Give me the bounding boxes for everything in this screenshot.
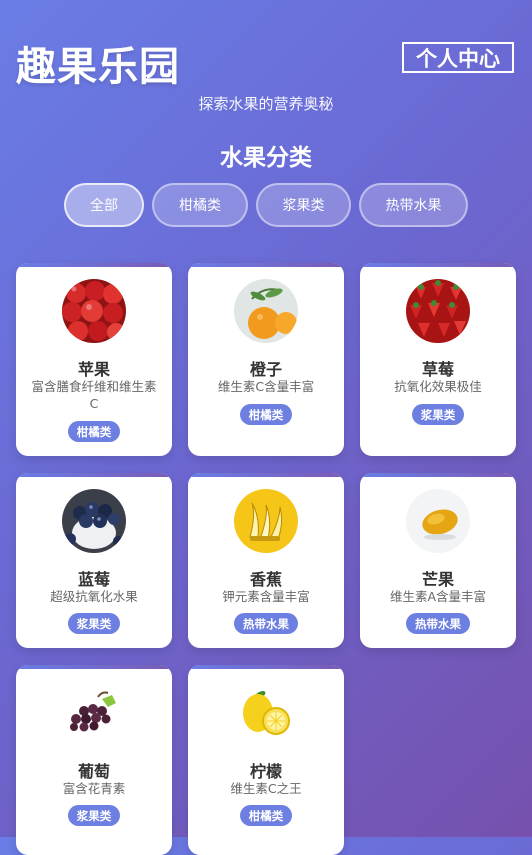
orange-image — [234, 279, 298, 343]
fruit-description: 抗氧化效果极佳 — [394, 379, 482, 394]
category-tag: 热带水果 — [406, 613, 470, 634]
fruit-card-lemon[interactable]: 柠檬 维生素C之王 柑橘类 — [188, 665, 344, 855]
mango-image — [406, 489, 470, 553]
grape-image — [62, 681, 126, 745]
category-tag: 浆果类 — [68, 805, 120, 826]
fruit-name: 香蕉 — [249, 570, 282, 589]
lemon-image — [234, 681, 298, 745]
filter-chip-tropical[interactable]: 热带水果 — [359, 183, 468, 227]
fruit-description: 维生素C之王 — [230, 781, 302, 796]
filter-chip-citrus[interactable]: 柑橘类 — [152, 183, 248, 227]
banana-image — [234, 489, 298, 553]
fruit-card-apple[interactable]: 苹果 富含膳食纤维和维生素C 柑橘类 — [16, 263, 172, 456]
category-tag: 柑橘类 — [240, 404, 292, 425]
header: 趣果乐园 个人中心 探索水果的营养奥秘 — [0, 0, 532, 120]
category-tag: 热带水果 — [234, 613, 298, 634]
fruit-description: 维生素A含量丰富 — [389, 589, 487, 604]
fruit-description: 富含花青素 — [62, 781, 126, 796]
fruit-name: 葡萄 — [77, 762, 110, 781]
fruit-description: 维生素C含量丰富 — [217, 379, 315, 394]
subtitle: 探索水果的营养奥秘 — [198, 95, 334, 113]
filter-chip-all[interactable]: 全部 — [64, 183, 144, 227]
app-title: 趣果乐园 — [16, 44, 180, 90]
apple-image — [62, 279, 126, 343]
fruit-name: 苹果 — [77, 360, 110, 379]
blueberry-image — [62, 489, 126, 553]
fruit-description: 超级抗氧化水果 — [50, 589, 138, 604]
category-tag: 柑橘类 — [240, 805, 292, 826]
category-tag: 柑橘类 — [68, 421, 120, 442]
fruit-name: 柠檬 — [249, 762, 282, 781]
fruit-card-blueberry[interactable]: 蓝莓 超级抗氧化水果 浆果类 — [16, 473, 172, 648]
fruit-card-strawberry[interactable]: 草莓 抗氧化效果极佳 浆果类 — [360, 263, 516, 456]
strawberry-image — [406, 279, 470, 343]
fruit-name: 草莓 — [421, 360, 454, 379]
fruit-name: 橙子 — [249, 360, 282, 379]
category-tag: 浆果类 — [68, 613, 120, 634]
fruit-name: 蓝莓 — [77, 570, 110, 589]
fruit-name: 芒果 — [421, 570, 454, 589]
category-filters: 全部 柑橘类 浆果类 热带水果 — [0, 183, 532, 231]
profile-button[interactable]: 个人中心 — [402, 42, 514, 73]
fruit-card-banana[interactable]: 香蕉 钾元素含量丰富 热带水果 — [188, 473, 344, 648]
category-tag: 浆果类 — [412, 404, 464, 425]
fruit-card-mango[interactable]: 芒果 维生素A含量丰富 热带水果 — [360, 473, 516, 648]
filter-chip-berry[interactable]: 浆果类 — [256, 183, 351, 227]
fruit-card-orange[interactable]: 橙子 维生素C含量丰富 柑橘类 — [188, 263, 344, 456]
fruit-description: 钾元素含量丰富 — [222, 589, 310, 604]
fruit-description: 富含膳食纤维和维生素C — [31, 379, 157, 411]
section-title: 水果分类 — [220, 145, 312, 171]
fruit-card-grape[interactable]: 葡萄 富含花青素 浆果类 — [16, 665, 172, 855]
